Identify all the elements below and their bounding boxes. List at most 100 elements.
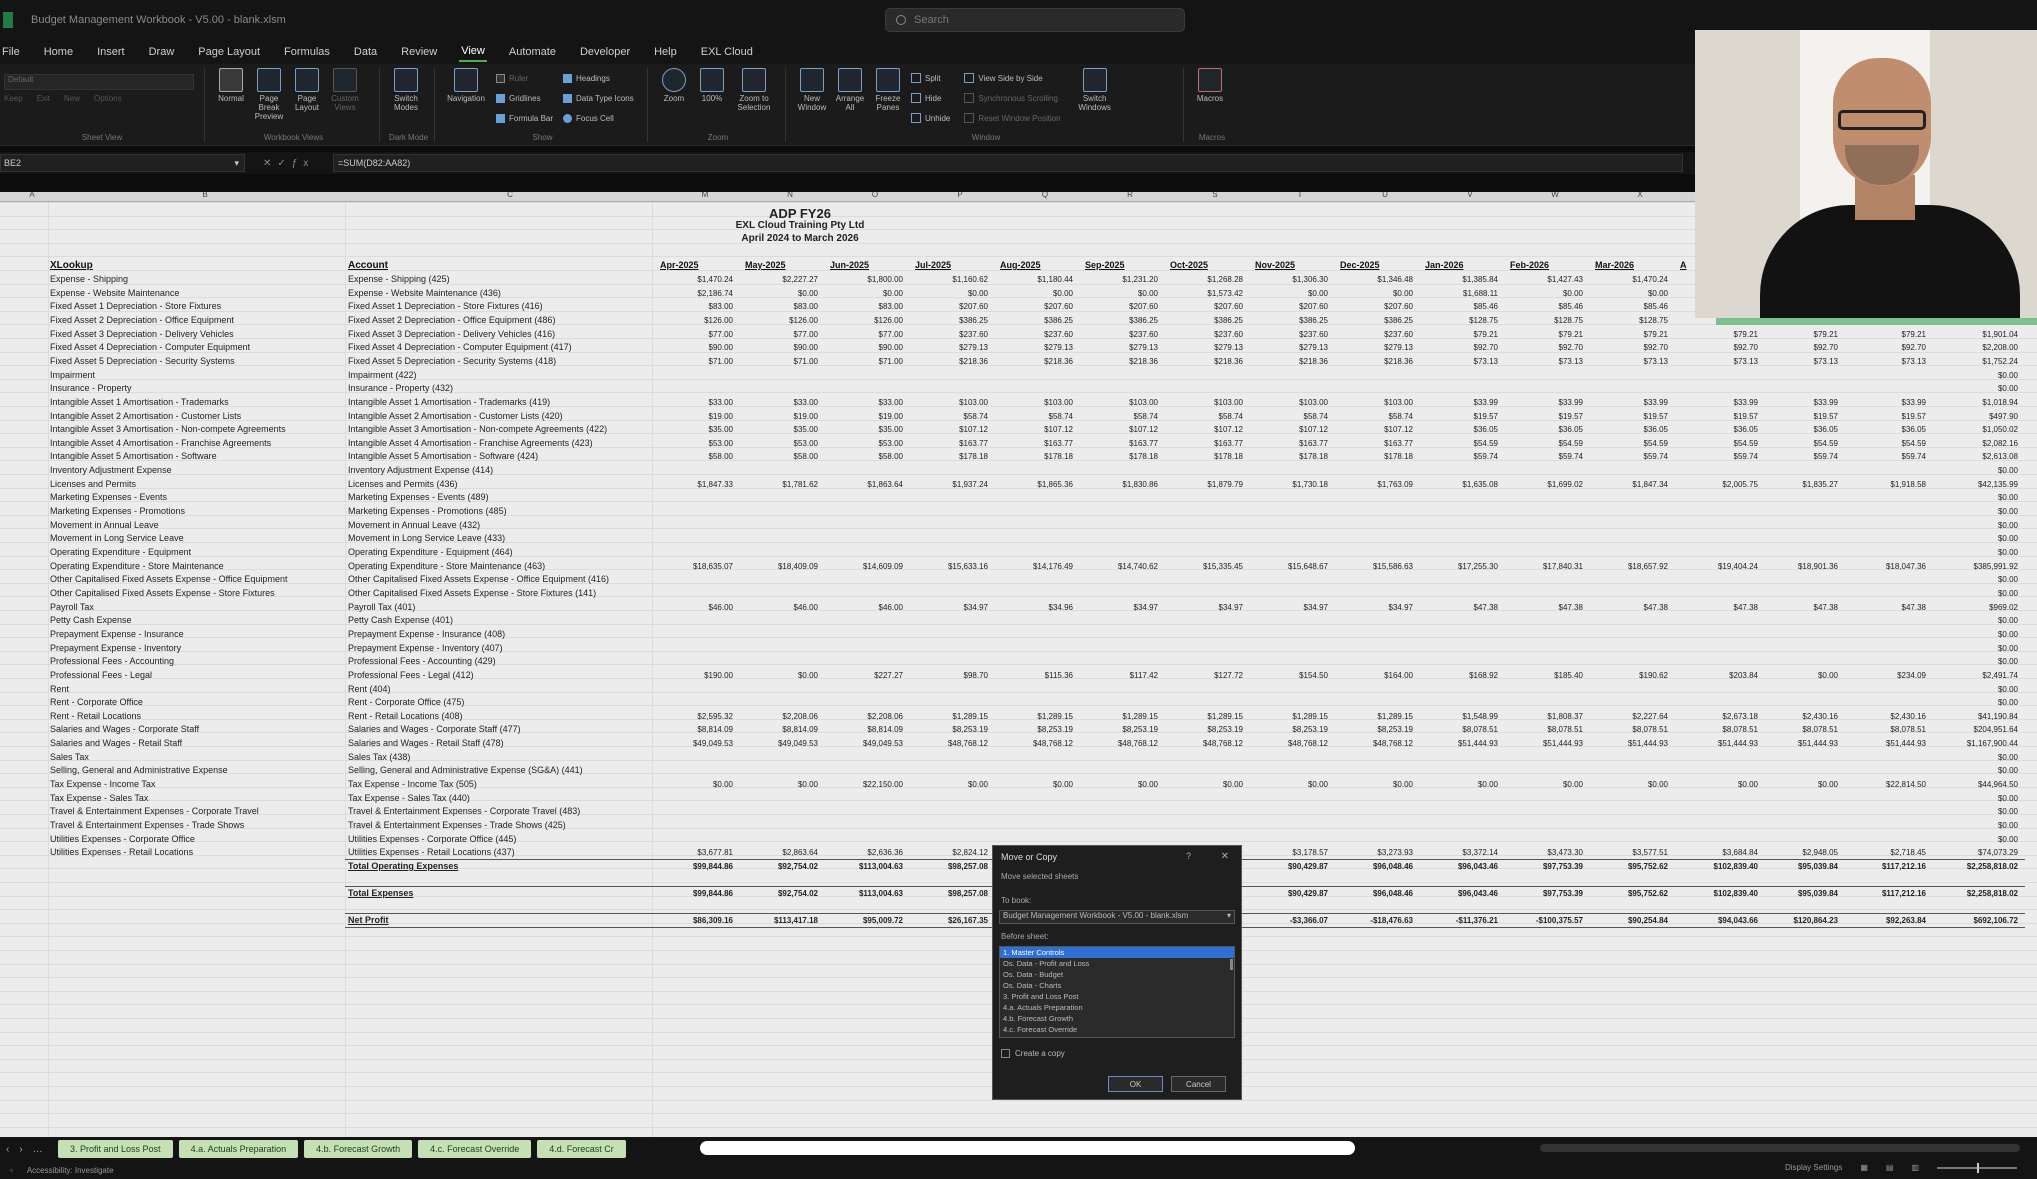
value-cell[interactable]: $92.70 <box>1590 343 1668 352</box>
value-cell[interactable]: $47.38 <box>1848 603 1926 612</box>
value-cell[interactable]: $34.97 <box>1250 603 1328 612</box>
switch-modes-button[interactable]: Switch Modes <box>387 68 425 112</box>
xlookup-cell[interactable]: Travel & Entertainment Expenses - Corpor… <box>50 806 340 816</box>
value-cell[interactable]: $47.38 <box>1680 603 1758 612</box>
account-cell[interactable]: Operating Expenditure - Equipment (464) <box>348 547 648 557</box>
value-cell[interactable]: $0.00 <box>1940 753 2018 762</box>
xlookup-cell[interactable]: Licenses and Permits <box>50 479 340 489</box>
value-cell[interactable]: $1,800.00 <box>825 275 903 284</box>
value-cell[interactable]: $0.00 <box>1940 534 2018 543</box>
value-cell[interactable]: $2,227.27 <box>740 275 818 284</box>
value-cell[interactable]: $185.40 <box>1505 671 1583 680</box>
sheet-list-item[interactable]: Os. Data - Profit and Loss <box>1000 958 1234 969</box>
value-cell[interactable]: $17,255.30 <box>1420 562 1498 571</box>
value-cell[interactable]: $1,781.62 <box>740 480 818 489</box>
value-cell[interactable]: $1,835.27 <box>1760 480 1838 489</box>
value-cell[interactable]: $95,752.62 <box>1590 862 1668 871</box>
page-break-preview-button[interactable]: Page Break Preview <box>250 68 288 121</box>
value-cell[interactable]: $0.00 <box>1940 589 2018 598</box>
value-cell[interactable]: -$18,476.63 <box>1335 916 1413 925</box>
value-cell[interactable]: $0.00 <box>1420 780 1498 789</box>
value-cell[interactable]: $0.00 <box>995 289 1073 298</box>
value-cell[interactable]: $113,004.63 <box>825 889 903 898</box>
value-cell[interactable]: $98,257.08 <box>910 889 988 898</box>
tab-navigation-arrows[interactable]: ‹›… <box>6 1144 58 1155</box>
value-cell[interactable]: $51,444.93 <box>1680 739 1758 748</box>
value-cell[interactable]: $0.00 <box>1760 671 1838 680</box>
value-cell[interactable]: $33.99 <box>1760 398 1838 407</box>
account-cell[interactable]: Intangible Asset 1 Amortisation - Tradem… <box>348 397 648 407</box>
value-cell[interactable]: $2,824.12 <box>910 848 988 857</box>
account-cell[interactable]: Utilities Expenses - Corporate Office (4… <box>348 834 648 844</box>
value-cell[interactable]: $8,078.51 <box>1505 725 1583 734</box>
value-cell[interactable]: $385,991.92 <box>1940 562 2019 571</box>
value-cell[interactable]: $34.97 <box>1165 603 1243 612</box>
xlookup-cell[interactable]: Marketing Expenses - Promotions <box>50 506 340 516</box>
value-cell[interactable]: $19.57 <box>1848 412 1926 421</box>
value-cell[interactable]: $2,595.32 <box>655 712 733 721</box>
freeze-panes-button[interactable]: Freeze Panes <box>869 68 907 112</box>
value-cell[interactable]: $1,808.37 <box>1505 712 1583 721</box>
xlookup-cell[interactable]: Selling, General and Administrative Expe… <box>50 765 340 775</box>
value-cell[interactable]: $237.60 <box>1080 330 1158 339</box>
page-layout-status-icon[interactable]: ▤ <box>1886 1163 1894 1172</box>
xlookup-cell[interactable]: Fixed Asset 4 Depreciation - Computer Eq… <box>50 342 340 352</box>
menu-page-layout[interactable]: Page Layout <box>196 43 262 61</box>
value-cell[interactable]: $0.00 <box>1590 289 1668 298</box>
xlookup-cell[interactable]: Prepayment Expense - Insurance <box>50 629 340 639</box>
xlookup-cell[interactable]: Utilities Expenses - Retail Locations <box>50 847 340 857</box>
account-cell[interactable]: Professional Fees - Accounting (429) <box>348 656 648 666</box>
account-cell[interactable]: Sales Tax (438) <box>348 752 648 762</box>
value-cell[interactable]: $127.72 <box>1165 671 1243 680</box>
column-header[interactable]: V <box>1460 192 1480 199</box>
value-cell[interactable]: $46.00 <box>740 603 818 612</box>
value-cell[interactable]: $51,444.93 <box>1505 739 1583 748</box>
value-cell[interactable]: $154.50 <box>1250 671 1328 680</box>
create-copy-checkbox[interactable]: Create a copy <box>1001 1049 1065 1058</box>
account-cell[interactable]: Rent - Retail Locations (408) <box>348 711 648 721</box>
value-cell[interactable]: $14,176.49 <box>995 562 1073 571</box>
value-cell[interactable]: $95,752.62 <box>1590 889 1668 898</box>
value-cell[interactable]: $1,289.15 <box>910 712 988 721</box>
value-cell[interactable]: $3,273.93 <box>1335 848 1413 857</box>
account-cell[interactable]: Licenses and Permits (436) <box>348 479 648 489</box>
value-cell[interactable]: $0.00 <box>1940 698 2018 707</box>
value-cell[interactable]: $1,289.15 <box>1250 712 1328 721</box>
value-cell[interactable]: $92.70 <box>1505 343 1583 352</box>
value-cell[interactable]: $46.00 <box>825 603 903 612</box>
column-header[interactable]: T <box>1290 192 1310 199</box>
value-cell[interactable]: $18,047.36 <box>1848 562 1926 571</box>
column-header[interactable]: M <box>695 192 715 199</box>
value-cell[interactable]: $126.00 <box>825 316 903 325</box>
value-cell[interactable]: $15,586.63 <box>1335 562 1413 571</box>
name-box[interactable]: BE2 ▾ <box>0 154 245 172</box>
value-cell[interactable]: $1,901.04 <box>1940 330 2018 339</box>
value-cell[interactable]: $1,573.42 <box>1165 289 1243 298</box>
value-cell[interactable]: $1,385.84 <box>1420 275 1498 284</box>
value-cell[interactable]: $0.00 <box>1940 507 2018 516</box>
value-cell[interactable]: $42,135.99 <box>1940 480 2018 489</box>
column-header[interactable]: A <box>22 192 42 199</box>
account-cell[interactable]: Travel & Entertainment Expenses - Corpor… <box>348 806 648 816</box>
value-cell[interactable]: $0.00 <box>1250 780 1328 789</box>
value-cell[interactable]: $218.36 <box>910 357 988 366</box>
macros-button[interactable]: Macros <box>1191 68 1229 103</box>
value-cell[interactable]: $59.74 <box>1590 452 1668 461</box>
sheet-tab[interactable]: 4.c. Forecast Override <box>418 1140 532 1158</box>
sheet-tab[interactable]: 4.b. Forecast Growth <box>304 1140 413 1158</box>
value-cell[interactable]: $79.21 <box>1420 330 1498 339</box>
value-cell[interactable]: $41,190.84 <box>1940 712 2018 721</box>
value-cell[interactable]: $58.74 <box>1335 412 1413 421</box>
value-cell[interactable]: $36.05 <box>1680 425 1758 434</box>
value-cell[interactable]: $85.46 <box>1590 302 1668 311</box>
account-cell[interactable]: Salaries and Wages - Retail Staff (478) <box>348 738 648 748</box>
account-cell[interactable]: Prepayment Expense - Insurance (408) <box>348 629 648 639</box>
account-cell[interactable]: Fixed Asset 4 Depreciation - Computer Eq… <box>348 342 648 352</box>
value-cell[interactable]: $0.00 <box>1940 548 2018 557</box>
to-book-select[interactable]: Budget Management Workbook - V5.00 - bla… <box>999 910 1235 924</box>
value-cell[interactable]: $227.27 <box>825 671 903 680</box>
data-type-icons-checkbox[interactable]: Data Type Icons <box>563 88 634 108</box>
value-cell[interactable]: $237.60 <box>1250 330 1328 339</box>
value-cell[interactable]: $17,840.31 <box>1505 562 1583 571</box>
value-cell[interactable]: $58.00 <box>825 452 903 461</box>
